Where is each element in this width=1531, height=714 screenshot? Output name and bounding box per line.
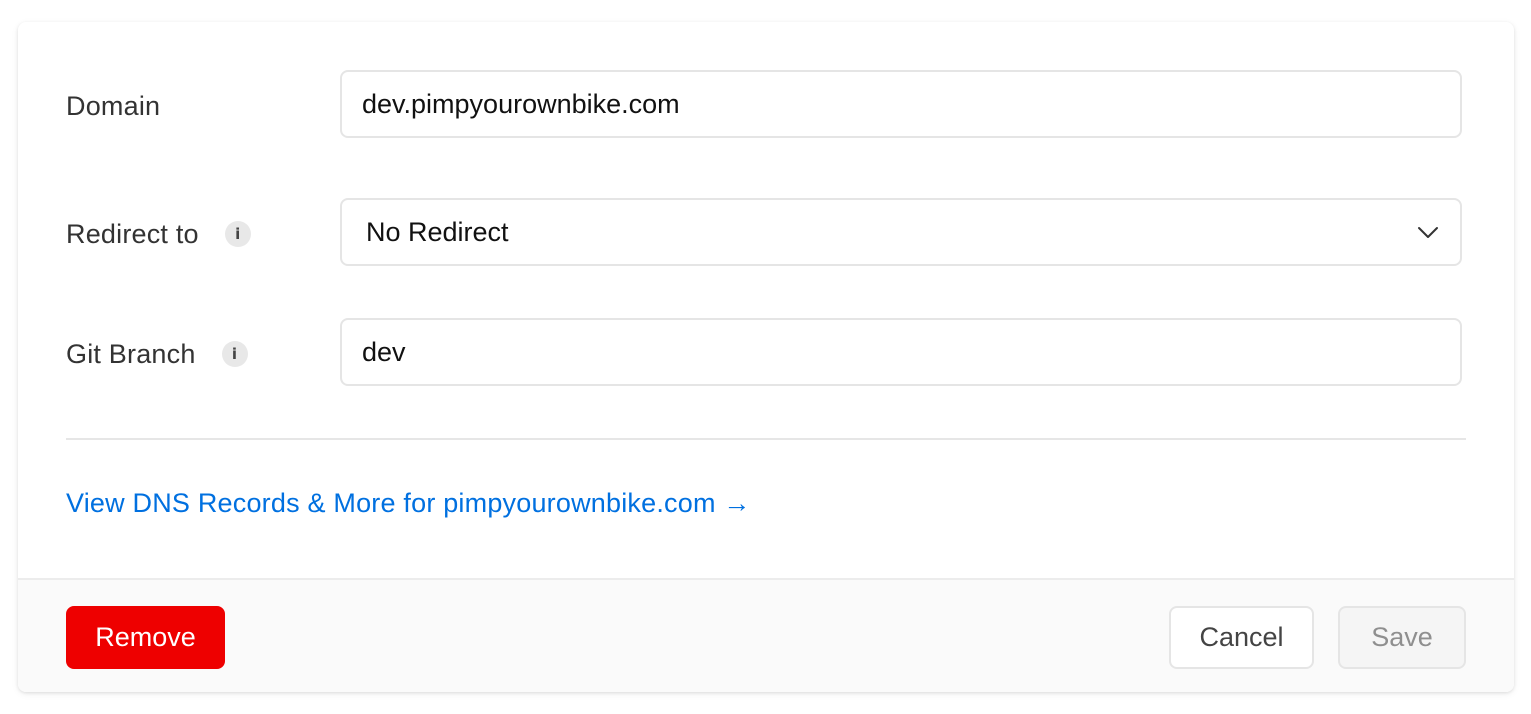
domain-field-wrapper: [340, 70, 1462, 138]
view-dns-records-link[interactable]: View DNS Records & More for pimpyourownb…: [66, 488, 751, 519]
redirect-row: Redirect to i No Redirect: [66, 198, 1466, 270]
info-icon[interactable]: i: [221, 341, 248, 367]
save-button[interactable]: Save: [1338, 606, 1466, 669]
git-branch-row: Git Branch i: [66, 318, 1466, 390]
chevron-down-icon: [1418, 227, 1438, 238]
redirect-select[interactable]: No Redirect: [340, 198, 1462, 266]
git-branch-label: Git Branch: [66, 338, 196, 369]
cancel-button[interactable]: Cancel: [1169, 606, 1314, 669]
redirect-label-group: Redirect to i: [66, 198, 251, 270]
domain-row: Domain: [66, 70, 1466, 142]
divider: [66, 438, 1466, 440]
remove-button[interactable]: Remove: [66, 606, 225, 669]
domain-input[interactable]: [342, 72, 1460, 136]
domain-settings-card: Domain Redirect to i No Redirect Git Bra…: [18, 22, 1514, 692]
git-branch-label-group: Git Branch i: [66, 318, 248, 390]
git-branch-input[interactable]: [342, 320, 1460, 384]
redirect-selected-value: No Redirect: [366, 216, 509, 247]
domain-label: Domain: [66, 90, 161, 121]
redirect-label: Redirect to: [66, 218, 199, 249]
git-branch-field-wrapper: [340, 318, 1462, 386]
card-footer: Remove Cancel Save: [18, 578, 1514, 692]
info-icon[interactable]: i: [224, 221, 251, 247]
